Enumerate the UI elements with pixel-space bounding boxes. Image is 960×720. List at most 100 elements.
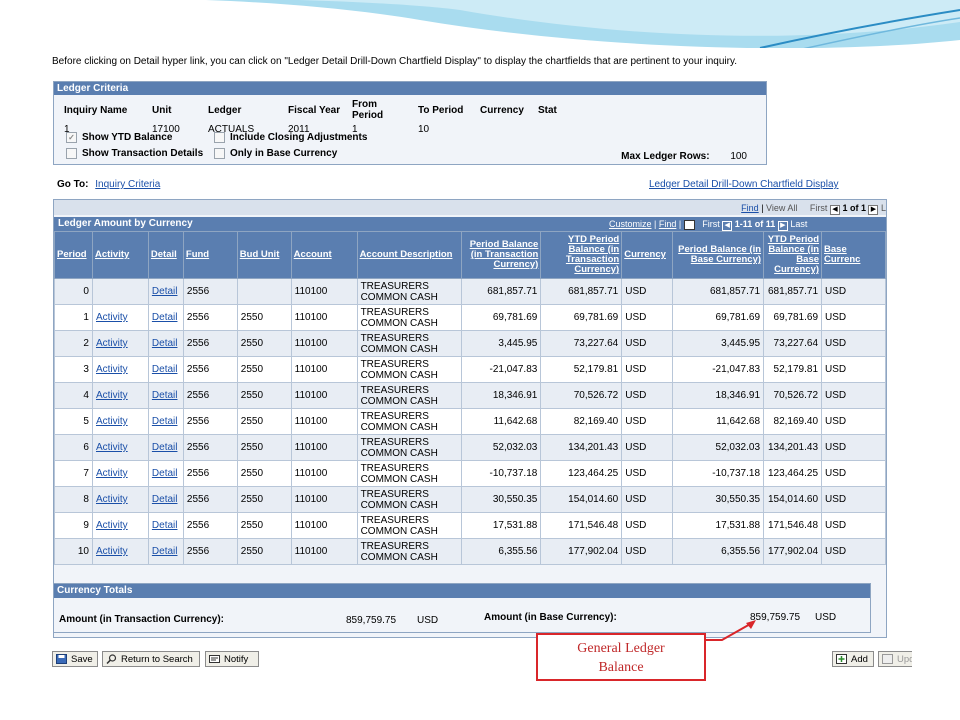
grid-prev-arrow-icon[interactable]: ◀: [722, 221, 733, 231]
column-header[interactable]: YTD Period Balance (in Transaction Curre…: [540, 231, 623, 279]
detail-link[interactable]: Detail: [152, 312, 178, 323]
include-closing-label: Include Closing Adjustments: [230, 132, 368, 143]
callout-line-2: Balance: [598, 660, 644, 675]
activity-link[interactable]: Activity: [96, 520, 128, 531]
activity-link[interactable]: Activity: [96, 468, 128, 479]
column-header[interactable]: YTD Period Balance (in Base Currency): [763, 231, 823, 279]
table-cell: 681,857.71: [763, 278, 823, 305]
view-all-link[interactable]: View All: [766, 203, 797, 213]
table-cell: TREASURERS COMMON CASH: [356, 408, 463, 435]
table-cell: USD: [621, 382, 674, 409]
detail-link[interactable]: Detail: [152, 390, 178, 401]
table-cell: -10,737.18: [672, 460, 765, 487]
table-cell: 82,169.40: [540, 408, 623, 435]
table-cell: 2556: [182, 382, 238, 409]
column-header[interactable]: Period Balance (in Base Currency): [672, 231, 765, 279]
activity-link[interactable]: Activity: [96, 338, 128, 349]
return-to-search-button[interactable]: Return to Search: [102, 651, 200, 667]
table-cell: 154,014.60: [763, 486, 823, 513]
detail-link[interactable]: Detail: [152, 442, 178, 453]
drill-down-link[interactable]: Ledger Detail Drill-Down Chartfield Disp…: [649, 179, 839, 190]
table-cell: USD: [821, 460, 886, 487]
grid-download-icon[interactable]: [683, 219, 695, 230]
table-cell: USD: [621, 486, 674, 513]
activity-link[interactable]: Activity: [96, 442, 128, 453]
column-header[interactable]: Detail: [147, 231, 184, 279]
checkbox-empty-icon: [214, 148, 225, 159]
table-cell: USD: [621, 512, 674, 539]
outer-find-link[interactable]: Find: [741, 203, 759, 213]
table-cell: 3: [54, 356, 93, 383]
next-arrow-icon[interactable]: ▶: [868, 205, 879, 215]
checkbox-empty-icon: [214, 132, 225, 143]
column-header[interactable]: Period Balance (in Transaction Currency): [461, 231, 542, 279]
detail-link[interactable]: Detail: [152, 338, 178, 349]
column-header[interactable]: Account: [290, 231, 358, 279]
grid-find-link[interactable]: Find: [659, 219, 677, 229]
activity-link[interactable]: Activity: [96, 312, 128, 323]
table-cell: 110100: [290, 356, 358, 383]
grid-next-arrow-icon[interactable]: ▶: [777, 221, 788, 231]
show-transaction-checkbox[interactable]: Show Transaction Details: [66, 148, 203, 159]
activity-link[interactable]: Activity: [96, 494, 128, 505]
table-cell: 2556: [182, 408, 238, 435]
detail-link[interactable]: Detail: [152, 364, 178, 375]
column-header[interactable]: Account Description: [356, 231, 463, 279]
table-cell: 11,642.68: [461, 408, 542, 435]
save-button[interactable]: Save: [52, 651, 98, 667]
max-rows-value: 100: [730, 151, 747, 162]
inquiry-criteria-link[interactable]: Inquiry Criteria: [95, 179, 160, 190]
table-cell: Activity: [91, 382, 149, 409]
column-header[interactable]: Activity: [91, 231, 149, 279]
table-cell: 2550: [236, 460, 292, 487]
table-cell: 2550: [236, 304, 292, 331]
activity-link[interactable]: Activity: [96, 416, 128, 427]
prev-arrow-icon[interactable]: ◀: [829, 205, 840, 215]
activity-link[interactable]: Activity: [96, 364, 128, 375]
notify-button[interactable]: Notify: [205, 651, 259, 667]
column-header[interactable]: Period: [54, 231, 93, 279]
detail-link[interactable]: Detail: [152, 520, 178, 531]
column-header[interactable]: Bud Unit: [236, 231, 292, 279]
add-button[interactable]: Add: [832, 651, 874, 667]
table-cell: 17,531.88: [461, 512, 542, 539]
update-button[interactable]: Upd: [878, 651, 912, 667]
detail-link[interactable]: Detail: [152, 494, 178, 505]
table-cell: Activity: [91, 356, 149, 383]
table-row: 0 Detail 2556 110100 TREASURERS COMMON CASH 6…: [54, 278, 886, 305]
detail-link[interactable]: Detail: [152, 286, 178, 297]
table-cell: 2556: [182, 304, 238, 331]
include-closing-checkbox[interactable]: Include Closing Adjustments: [214, 132, 367, 143]
detail-link[interactable]: Detail: [152, 416, 178, 427]
table-cell: Activity: [91, 330, 149, 357]
criteria-header: Inquiry Name: [64, 104, 128, 116]
table-cell: 134,201.43: [540, 434, 623, 461]
table-cell: TREASURERS COMMON CASH: [356, 304, 463, 331]
table-cell: 110100: [290, 486, 358, 513]
table-cell: 2550: [236, 382, 292, 409]
column-header[interactable]: Base Currenc: [821, 231, 886, 279]
table-row: 9 Activity Detail 2556 2550 110100 TREASURERS …: [54, 512, 886, 539]
detail-link[interactable]: Detail: [152, 546, 178, 557]
table-cell: 52,179.81: [540, 356, 623, 383]
table-cell: TREASURERS COMMON CASH: [356, 278, 463, 305]
show-transaction-label: Show Transaction Details: [82, 148, 204, 159]
table-cell: USD: [821, 408, 886, 435]
currency-totals-title: Currency Totals: [54, 584, 870, 598]
table-cell: 2550: [236, 356, 292, 383]
table-cell: 154,014.60: [540, 486, 623, 513]
table-cell: 73,227.64: [540, 330, 623, 357]
column-header[interactable]: Fund: [182, 231, 238, 279]
column-header[interactable]: Currency: [621, 231, 674, 279]
activity-link[interactable]: Activity: [96, 390, 128, 401]
table-cell: [91, 278, 149, 305]
customize-link[interactable]: Customize: [609, 219, 652, 229]
table-cell: 110100: [290, 330, 358, 357]
table-cell: 2550: [236, 486, 292, 513]
activity-link[interactable]: Activity: [96, 546, 128, 557]
detail-link[interactable]: Detail: [152, 468, 178, 479]
base-currency: USD: [815, 612, 837, 623]
grid-title: Ledger Amount by Currency: [58, 218, 193, 229]
show-ytd-checkbox[interactable]: ✓ Show YTD Balance: [66, 132, 172, 143]
only-base-checkbox[interactable]: Only in Base Currency: [214, 148, 337, 159]
